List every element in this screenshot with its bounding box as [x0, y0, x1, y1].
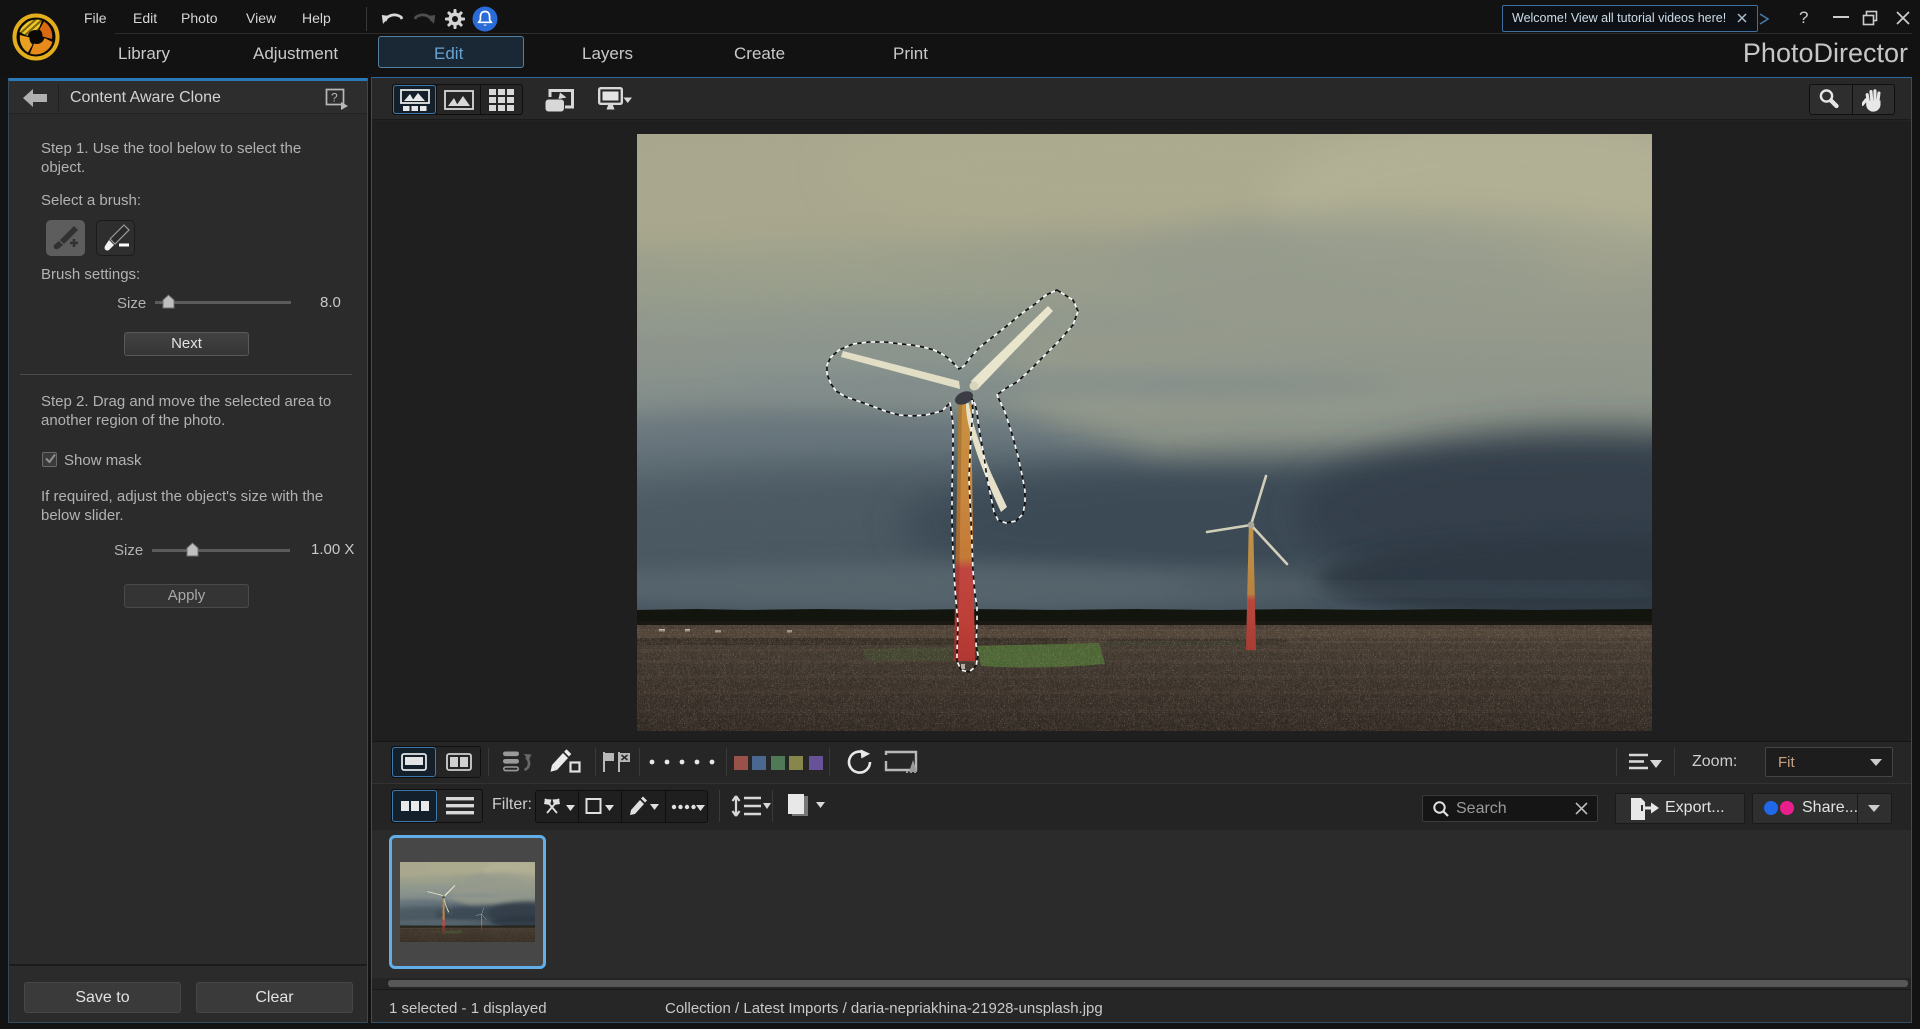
svg-text:?: ? — [331, 91, 338, 105]
